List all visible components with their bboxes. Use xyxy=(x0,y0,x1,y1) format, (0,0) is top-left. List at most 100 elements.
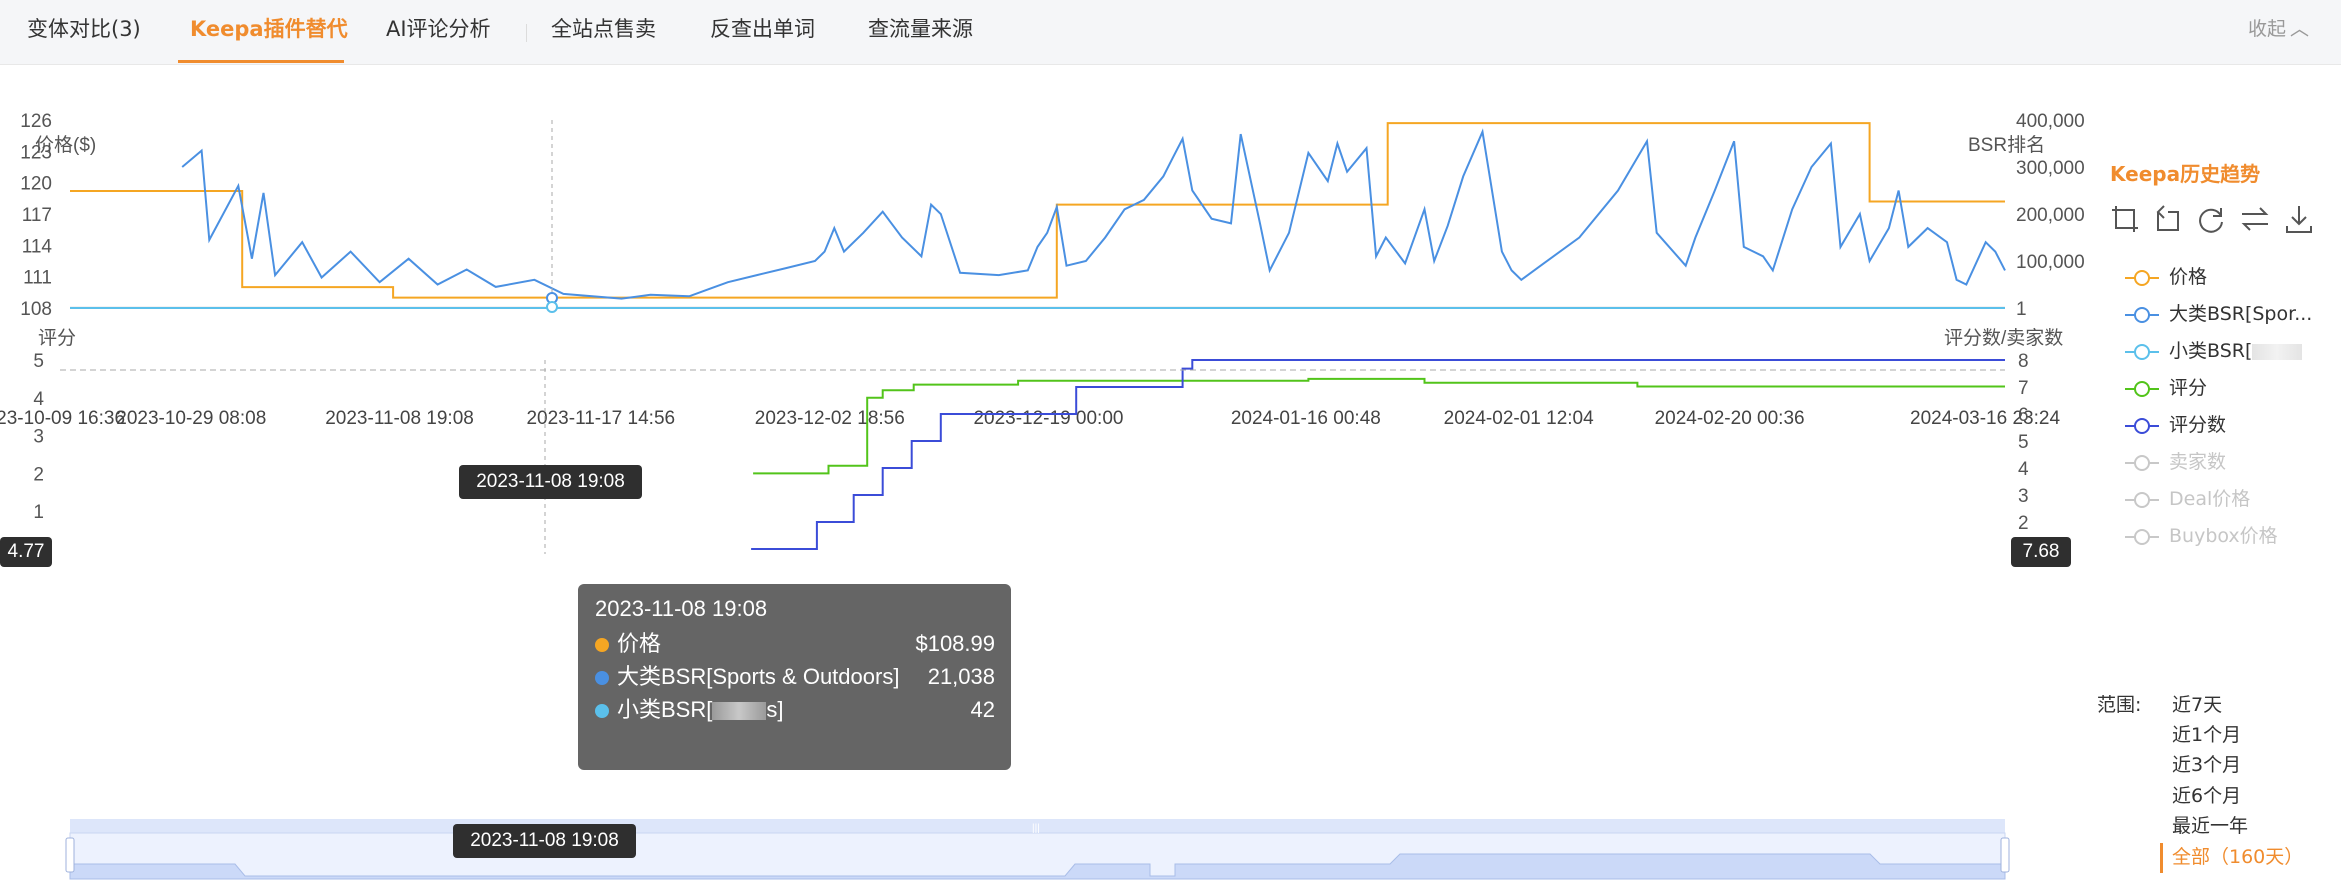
tooltip-sub-bsr-label: 小类BSR[ xyxy=(617,697,713,722)
rating-tick: 4 xyxy=(33,389,44,410)
rating-tick: 3 xyxy=(33,427,44,448)
range-3-months[interactable]: 近3个月 xyxy=(2172,750,2241,777)
date-tick: 2023-10-29 08:08 xyxy=(116,408,266,429)
bsr-tick: 300,000 xyxy=(2016,158,2085,179)
date-tick: 2024-02-20 00:36 xyxy=(1655,408,1805,429)
range-7-days[interactable]: 近7天 xyxy=(2172,690,2222,717)
review-count-tick: 5 xyxy=(2018,432,2029,453)
legend-rating-icon xyxy=(2125,380,2159,397)
crop-icon[interactable] xyxy=(2110,204,2140,234)
legend-buybox-price[interactable]: Buybox价格 xyxy=(2125,522,2278,550)
zoom-handle-right[interactable] xyxy=(2000,837,2010,873)
zoom-grip[interactable]: ||| xyxy=(1032,823,1040,834)
bsr-axis-label: BSR排名 xyxy=(1968,134,2045,156)
date-tick: 2023-11-17 14:56 xyxy=(526,408,675,429)
legend-price[interactable]: 价格 xyxy=(2125,263,2207,291)
tooltip-bsr-value: 21,038 xyxy=(927,664,995,689)
crop-back-icon[interactable] xyxy=(2152,204,2182,234)
legend-buybox-price-label: Buybox价格 xyxy=(2169,525,2278,547)
range-label: 范围: xyxy=(2097,694,2142,716)
legend-seller-count-icon xyxy=(2125,454,2159,471)
date-tick: 2024-03-16 23:24 xyxy=(1910,408,2060,429)
tab-global-sites[interactable]: 全站点售卖 xyxy=(551,0,656,64)
download-icon[interactable] xyxy=(2284,204,2314,234)
rating-tick: 5 xyxy=(33,351,44,372)
keepa-chart[interactable]: 价格($) BSR排名 126123120117114111108 400,00… xyxy=(0,64,2100,893)
date-tick: 2023-10-09 16:36 xyxy=(0,408,125,429)
price-tick: 108 xyxy=(20,299,52,320)
date-flag-bottom: 2023-11-08 19:08 xyxy=(453,824,636,858)
legend-sub-bsr[interactable]: 小类BSR[ xyxy=(2125,337,2303,365)
rating-tick: 1 xyxy=(33,502,44,523)
date-flag-top: 2023-11-08 19:08 xyxy=(459,465,642,499)
legend-deal-price[interactable]: Deal价格 xyxy=(2125,485,2250,513)
bsr-dot-icon xyxy=(595,671,609,685)
legend-rating[interactable]: 评分 xyxy=(2125,374,2207,402)
tooltip-bsr-label: 大类BSR[Sports & Outdoors] xyxy=(617,664,900,689)
refresh-icon[interactable] xyxy=(2196,204,2226,234)
zoom-handle-left[interactable] xyxy=(65,837,75,873)
legend-review-count-icon xyxy=(2125,417,2159,434)
legend-bsr[interactable]: 大类BSR[Spor... xyxy=(2125,300,2312,328)
series-line xyxy=(181,128,2006,300)
tooltip-row-bsr: 大类BSR[Sports & Outdoors] 21,038 xyxy=(595,662,995,692)
tooltip-date: 2023-11-08 19:08 xyxy=(595,596,768,621)
range-selected-indicator xyxy=(2160,843,2163,873)
legend-seller-count-label: 卖家数 xyxy=(2169,451,2227,473)
review-count-tick: 4 xyxy=(2018,459,2029,480)
tooltip-row-price: 价格 $108.99 xyxy=(595,629,995,659)
review-count-axis-label: 评分数/卖家数 xyxy=(1944,327,2063,349)
sub-bsr-dot-icon xyxy=(595,704,609,718)
panel-title: Keepa历史趋势 xyxy=(2110,162,2261,186)
range-1-year[interactable]: 最近一年 xyxy=(2172,811,2248,838)
active-tab-indicator xyxy=(178,60,344,63)
tab-ai-review[interactable]: AI评论分析 xyxy=(386,0,491,64)
review-count-tick: 3 xyxy=(2018,486,2029,507)
legend-bsr-icon xyxy=(2125,306,2159,323)
legend-deal-price-icon xyxy=(2125,491,2159,508)
collapse-label: 收起 xyxy=(2247,18,2286,40)
bsr-tick: 1 xyxy=(2016,299,2027,320)
tab-traffic-source[interactable]: 查流量来源 xyxy=(868,0,973,64)
price-tick: 120 xyxy=(20,174,52,195)
legend-bsr-label: 大类BSR[Spor... xyxy=(2169,303,2313,325)
crosshair-right-value: 7.68 xyxy=(2011,537,2071,567)
review-count-tick: 2 xyxy=(2018,513,2029,534)
legend-buybox-price-icon xyxy=(2125,528,2159,545)
hover-point-sub-bsr xyxy=(546,301,558,313)
collapse-button[interactable]: 收起 ︿ xyxy=(2248,0,2309,58)
price-tick: 114 xyxy=(22,236,53,257)
swap-icon[interactable] xyxy=(2240,204,2270,234)
tab-keepa[interactable]: Keepa插件替代 xyxy=(190,0,348,64)
tab-reverse-keywords[interactable]: 反查出单词 xyxy=(710,0,815,64)
blurred-category xyxy=(2252,343,2303,360)
bsr-tick: 100,000 xyxy=(2016,252,2085,273)
legend-sub-bsr-label: 小类BSR[ xyxy=(2169,340,2253,362)
bsr-tick: 200,000 xyxy=(2016,205,2085,226)
legend-price-icon xyxy=(2125,269,2159,286)
rating-axis-label: 评分 xyxy=(38,327,76,349)
tooltip-price-label: 价格 xyxy=(617,631,662,656)
price-tick: 126 xyxy=(20,111,52,132)
series-line xyxy=(751,359,2005,550)
tooltip-price-value: $108.99 xyxy=(915,631,995,656)
series-line xyxy=(70,122,2005,299)
range-1-month[interactable]: 近1个月 xyxy=(2172,720,2241,747)
tab-bar: 变体对比(3) Keepa插件替代 AI评论分析 全站点售卖 反查出单词 查流量… xyxy=(0,0,2341,65)
legend-review-count[interactable]: 评分数 xyxy=(2125,411,2226,439)
legend-review-count-label: 评分数 xyxy=(2169,414,2227,436)
range-all[interactable]: 全部（160天） xyxy=(2172,842,2303,869)
price-tick: 117 xyxy=(22,205,52,226)
legend-seller-count[interactable]: 卖家数 xyxy=(2125,448,2226,476)
review-count-tick: 7 xyxy=(2018,378,2029,399)
date-tick: 2024-02-01 12:04 xyxy=(1444,408,1594,429)
range-6-months[interactable]: 近6个月 xyxy=(2172,781,2241,808)
blurred-category xyxy=(712,702,767,720)
date-tick: 2023-12-02 18:56 xyxy=(755,408,905,429)
date-tick: 2023-12-19 00:00 xyxy=(973,408,1123,429)
chevron-up-icon: ︿ xyxy=(2289,18,2309,40)
legend-rating-label: 评分 xyxy=(2169,377,2208,399)
tab-variant-compare[interactable]: 变体对比(3) xyxy=(27,0,141,64)
price-tick: 111 xyxy=(23,268,52,289)
date-tick: 2024-01-16 00:48 xyxy=(1231,408,1381,429)
